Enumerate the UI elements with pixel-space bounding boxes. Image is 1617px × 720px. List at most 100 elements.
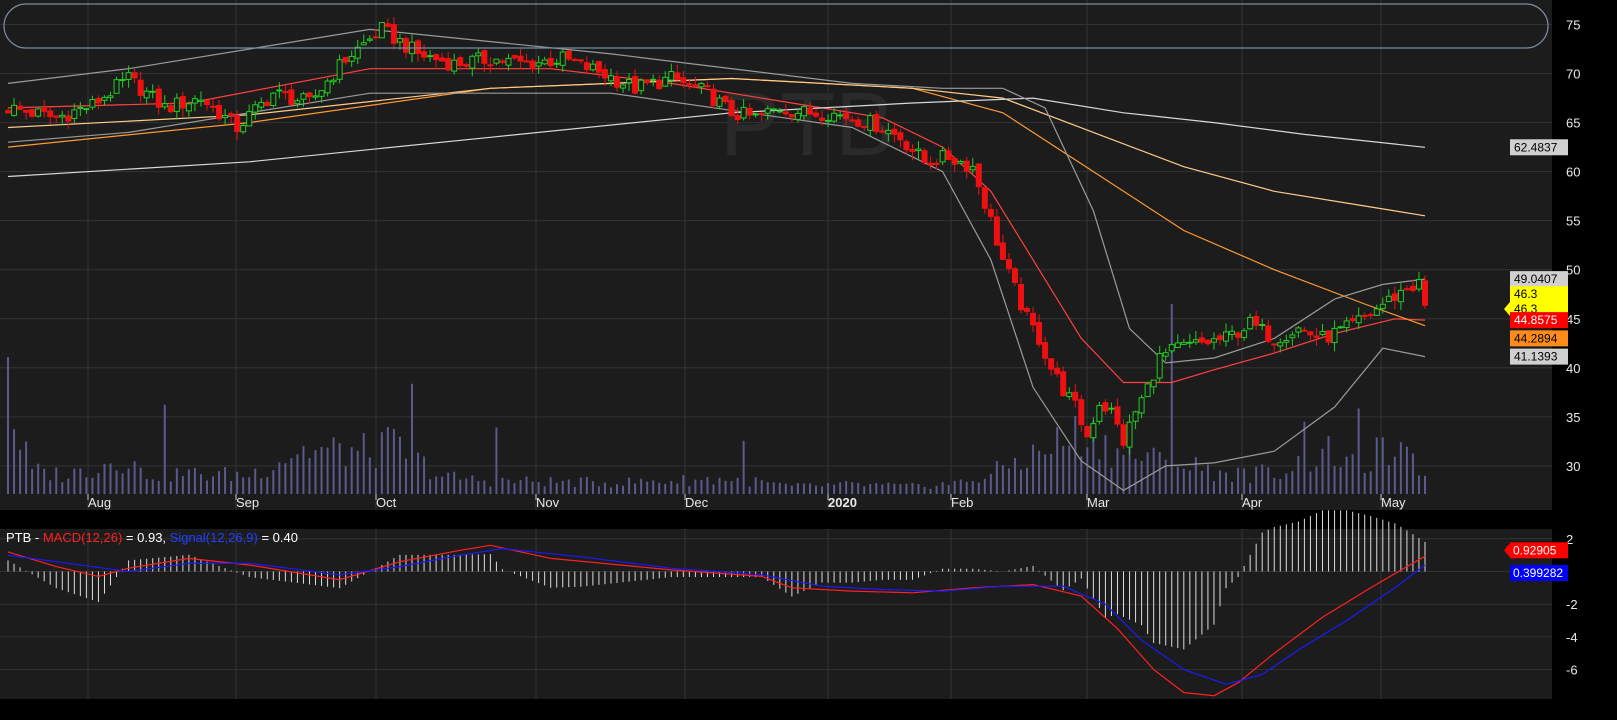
volume-bar — [471, 475, 474, 494]
candle-body — [716, 97, 723, 107]
candle-body — [806, 107, 813, 115]
candle-body — [17, 105, 24, 110]
volume-bar — [1218, 470, 1221, 494]
volume-bar — [212, 476, 215, 494]
candle-body — [1011, 268, 1018, 284]
price-tag-label: 44.2894 — [1514, 331, 1558, 345]
candle-body — [390, 24, 397, 44]
volume-bar — [133, 461, 136, 494]
macd-legend-label: MACD(12,26) — [43, 530, 122, 545]
candle-body — [77, 106, 84, 109]
volume-bar — [1200, 470, 1203, 494]
volume-bar — [1369, 471, 1372, 494]
candle-body — [107, 95, 114, 99]
volume-bar — [851, 482, 854, 494]
candle-body — [601, 69, 608, 79]
candle-body — [740, 106, 747, 119]
candle-body — [800, 106, 807, 117]
volume-bar — [7, 357, 9, 494]
candle-body — [1367, 314, 1374, 317]
volume-bar — [465, 478, 468, 494]
candle-body — [632, 76, 639, 94]
volume-bar — [1321, 448, 1324, 494]
volume-bar — [790, 485, 793, 494]
price-tick-label: 55 — [1566, 214, 1580, 229]
volume-bar — [501, 477, 504, 494]
volume-bar — [881, 484, 884, 494]
month-label: Feb — [951, 495, 973, 510]
volume-bar — [453, 471, 456, 494]
month-label: Sep — [236, 495, 259, 510]
volume-bar — [1152, 447, 1155, 494]
price-tick-label: 45 — [1566, 312, 1580, 327]
candle-body — [963, 160, 970, 172]
candle-body — [1162, 352, 1169, 357]
candle-body — [1048, 358, 1055, 370]
macd-legend-prefix: PTB - — [6, 530, 43, 545]
candle-body — [1259, 324, 1266, 327]
candle-body — [843, 112, 850, 120]
candle-body — [547, 57, 554, 67]
candle-body — [360, 42, 367, 46]
candle-body — [415, 40, 422, 54]
volume-bar — [495, 427, 498, 494]
volume-bar — [772, 482, 775, 494]
volume-bar — [1086, 447, 1089, 494]
candle-body — [565, 50, 572, 60]
volume-bar — [1405, 446, 1408, 494]
volume-bar — [73, 468, 76, 494]
volume-bar — [115, 470, 118, 494]
volume-bar — [513, 483, 516, 494]
volume-bar — [603, 482, 606, 494]
candle-body — [1241, 330, 1248, 339]
candle-body — [879, 130, 886, 133]
volume-bar — [712, 484, 715, 494]
volume-bar — [622, 485, 625, 494]
candle-body — [1084, 426, 1091, 438]
volume-bar — [736, 477, 739, 494]
volume-bar — [971, 481, 974, 494]
volume-bar — [91, 477, 94, 494]
candle-body — [1301, 329, 1308, 332]
volume-bar — [983, 478, 986, 494]
volume-bar — [863, 486, 866, 494]
candle-body — [855, 119, 862, 127]
candle-body — [282, 90, 289, 94]
volume-bar — [519, 480, 522, 494]
volume-bar — [362, 433, 365, 494]
candle-body — [481, 50, 488, 64]
candle-body — [83, 108, 90, 111]
volume-bar — [941, 482, 944, 494]
month-label: May — [1381, 495, 1406, 510]
candle-body — [324, 80, 331, 94]
volume-bar — [85, 477, 88, 494]
volume-bar — [1140, 460, 1143, 494]
candle-body — [692, 84, 699, 87]
volume-bar — [242, 477, 245, 494]
candle-body — [1138, 397, 1145, 414]
volume-bar — [1297, 456, 1300, 494]
macd-legend-value: = 0.93, — [122, 530, 169, 545]
volume-bar — [700, 479, 703, 494]
volume-bar — [302, 446, 305, 494]
candle-body — [47, 110, 54, 117]
volume-bar — [338, 443, 341, 494]
volume-bar — [1381, 437, 1384, 494]
candle-body — [734, 114, 741, 121]
month-label: Aug — [88, 495, 111, 510]
month-label: Nov — [536, 495, 560, 510]
candle-body — [23, 109, 30, 113]
volume-bar — [766, 482, 769, 494]
candle-body — [825, 119, 832, 122]
candle-body — [746, 107, 753, 116]
price-tag-label: 44.8575 — [1514, 313, 1558, 327]
candle-body — [1204, 339, 1211, 345]
price-tick-label: 35 — [1566, 410, 1580, 425]
volume-bar — [658, 482, 661, 494]
volume-bar — [664, 483, 667, 494]
candle-body — [35, 108, 42, 117]
volume-bar — [507, 479, 510, 494]
candle-body — [1253, 316, 1260, 326]
candle-body — [620, 84, 627, 89]
candle-body — [849, 119, 856, 122]
